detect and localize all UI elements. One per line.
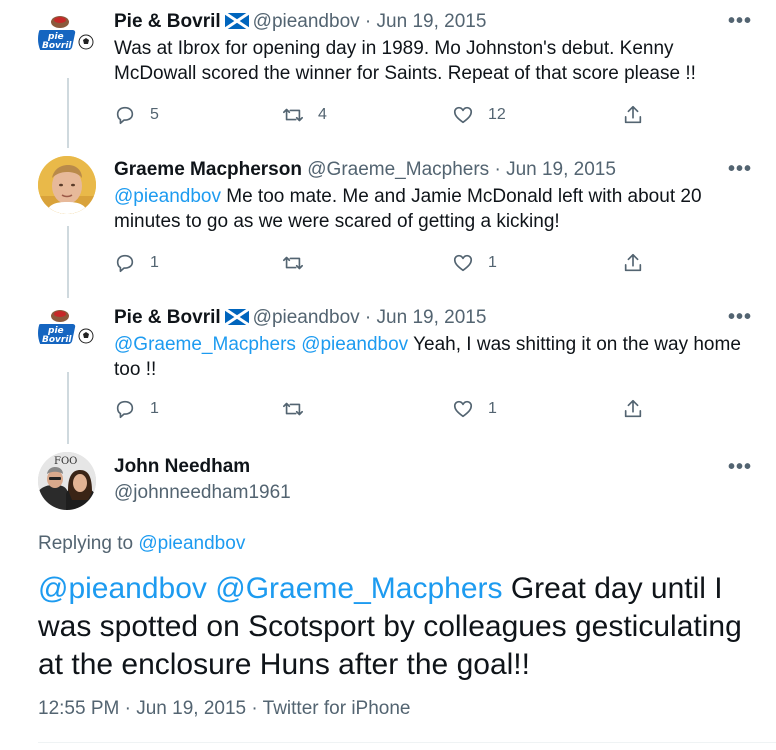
- share-icon: [624, 399, 642, 418]
- reply-icon: [116, 106, 134, 125]
- reply-icon: [116, 254, 134, 273]
- mention-link[interactable]: @pieandbov: [138, 533, 245, 554]
- more-options-icon[interactable]: •••: [728, 159, 752, 179]
- thread-line: [67, 226, 69, 298]
- tweet-time[interactable]: 12:55 PM: [38, 698, 119, 719]
- tweet-header: Graeme Macpherson @Graeme_Macphers · Jun…: [114, 158, 616, 182]
- thread-line: [67, 78, 69, 148]
- like-button[interactable]: 1: [452, 250, 497, 276]
- tweet-meta: 12:55 PM · Jun 19, 2015 · Twitter for iP…: [38, 698, 410, 720]
- share-button[interactable]: [622, 102, 658, 128]
- author-handle[interactable]: @pieandbov: [253, 307, 360, 328]
- tweet-text: Was at Ibrox for opening day in 1989. Mo…: [114, 38, 696, 84]
- more-options-icon[interactable]: •••: [728, 307, 752, 327]
- svg-text:FOO: FOO: [54, 456, 77, 467]
- graeme-avatar-photo: [38, 156, 96, 214]
- retweet-icon: [283, 108, 303, 122]
- retweet-icon: [283, 256, 303, 270]
- like-button[interactable]: 1: [452, 396, 497, 422]
- replying-to-label: Replying to: [38, 533, 139, 554]
- like-button[interactable]: 12: [452, 102, 506, 128]
- tweet-text: @pieandbov Me too mate. Me and Jamie McD…: [114, 184, 754, 234]
- author-name[interactable]: John Needham: [114, 456, 250, 478]
- avatar[interactable]: pie Bovril: [38, 304, 96, 362]
- retweet-icon: [283, 402, 303, 416]
- tweet-header: Pie & Bovril @pieandbov · Jun 19, 2015: [114, 306, 486, 330]
- retweet-button[interactable]: [282, 250, 318, 276]
- reply-count: 1: [150, 400, 159, 417]
- like-count: 12: [488, 106, 506, 123]
- divider: [38, 742, 776, 743]
- author-handle[interactable]: @pieandbov: [253, 11, 360, 32]
- separator: ·: [124, 698, 131, 719]
- reply-icon: [116, 400, 134, 419]
- tweet-date[interactable]: Jun 19, 2015: [506, 159, 616, 180]
- heart-icon: [453, 254, 473, 272]
- separator: ·: [364, 11, 372, 32]
- author-handle[interactable]: @Graeme_Macphers: [307, 159, 489, 180]
- avatar[interactable]: [38, 156, 96, 214]
- tweet-date[interactable]: Jun 19, 2015: [377, 11, 487, 32]
- share-icon: [624, 105, 642, 124]
- tweet-text: @pieandbov @Graeme_Macphers Great day un…: [38, 570, 758, 684]
- tweet-source[interactable]: Twitter for iPhone: [263, 698, 411, 719]
- mention-link[interactable]: @Graeme_Macphers: [215, 572, 502, 605]
- reply-count: 1: [150, 254, 159, 271]
- share-icon: [624, 253, 642, 272]
- reply-button[interactable]: 1: [114, 396, 159, 422]
- author-name[interactable]: Pie & Bovril: [114, 307, 221, 328]
- action-bar: 5 4 12: [114, 102, 674, 128]
- more-options-icon[interactable]: •••: [728, 457, 752, 477]
- mention-link[interactable]: @pieandbov: [301, 334, 408, 355]
- action-bar: 1 1: [114, 396, 674, 422]
- tweet-header: Pie & Bovril @pieandbov · Jun 19, 2015: [114, 10, 486, 34]
- share-button[interactable]: [622, 396, 658, 422]
- svg-text:Bovril: Bovril: [42, 41, 72, 51]
- separator: ·: [494, 159, 501, 180]
- tweet-date[interactable]: Jun 19, 2015: [377, 307, 487, 328]
- like-count: 1: [488, 254, 497, 271]
- scotland-flag-icon: [224, 309, 249, 325]
- author-name[interactable]: Pie & Bovril: [114, 11, 221, 32]
- author-name[interactable]: Graeme Macpherson: [114, 159, 302, 180]
- reply-button[interactable]: 5: [114, 102, 159, 128]
- heart-icon: [453, 400, 473, 418]
- scotland-flag-icon: [224, 13, 249, 29]
- john-needham-avatar-photo: FOO: [38, 452, 96, 510]
- avatar[interactable]: FOO: [38, 452, 96, 510]
- reply-count: 5: [150, 106, 159, 123]
- heart-icon: [453, 106, 473, 124]
- retweet-button[interactable]: 4: [282, 102, 327, 128]
- retweet-count: 4: [318, 106, 327, 123]
- tweet-text: @Graeme_Macphers @pieandbov Yeah, I was …: [114, 332, 754, 382]
- svg-text:Bovril: Bovril: [42, 335, 72, 345]
- share-button[interactable]: [622, 250, 658, 276]
- separator: ·: [364, 307, 372, 328]
- tweet-date[interactable]: Jun 19, 2015: [136, 698, 246, 719]
- reply-button[interactable]: 1: [114, 250, 159, 276]
- mention-link[interactable]: @Graeme_Macphers: [114, 334, 296, 355]
- replying-to: Replying to @pieandbov: [38, 533, 245, 555]
- mention-link[interactable]: @pieandbov: [38, 572, 207, 605]
- separator: ·: [251, 698, 258, 719]
- pie-bovril-logo: pie Bovril: [38, 10, 96, 68]
- action-bar: 1 1: [114, 250, 674, 276]
- like-count: 1: [488, 400, 497, 417]
- avatar[interactable]: pie Bovril: [38, 10, 96, 68]
- author-handle[interactable]: @johnneedham1961: [114, 482, 291, 504]
- retweet-button[interactable]: [282, 396, 318, 422]
- more-options-icon[interactable]: •••: [728, 11, 752, 31]
- thread-line: [67, 372, 69, 444]
- mention-link[interactable]: @pieandbov: [114, 186, 221, 207]
- pie-bovril-logo: pie Bovril: [38, 304, 96, 362]
